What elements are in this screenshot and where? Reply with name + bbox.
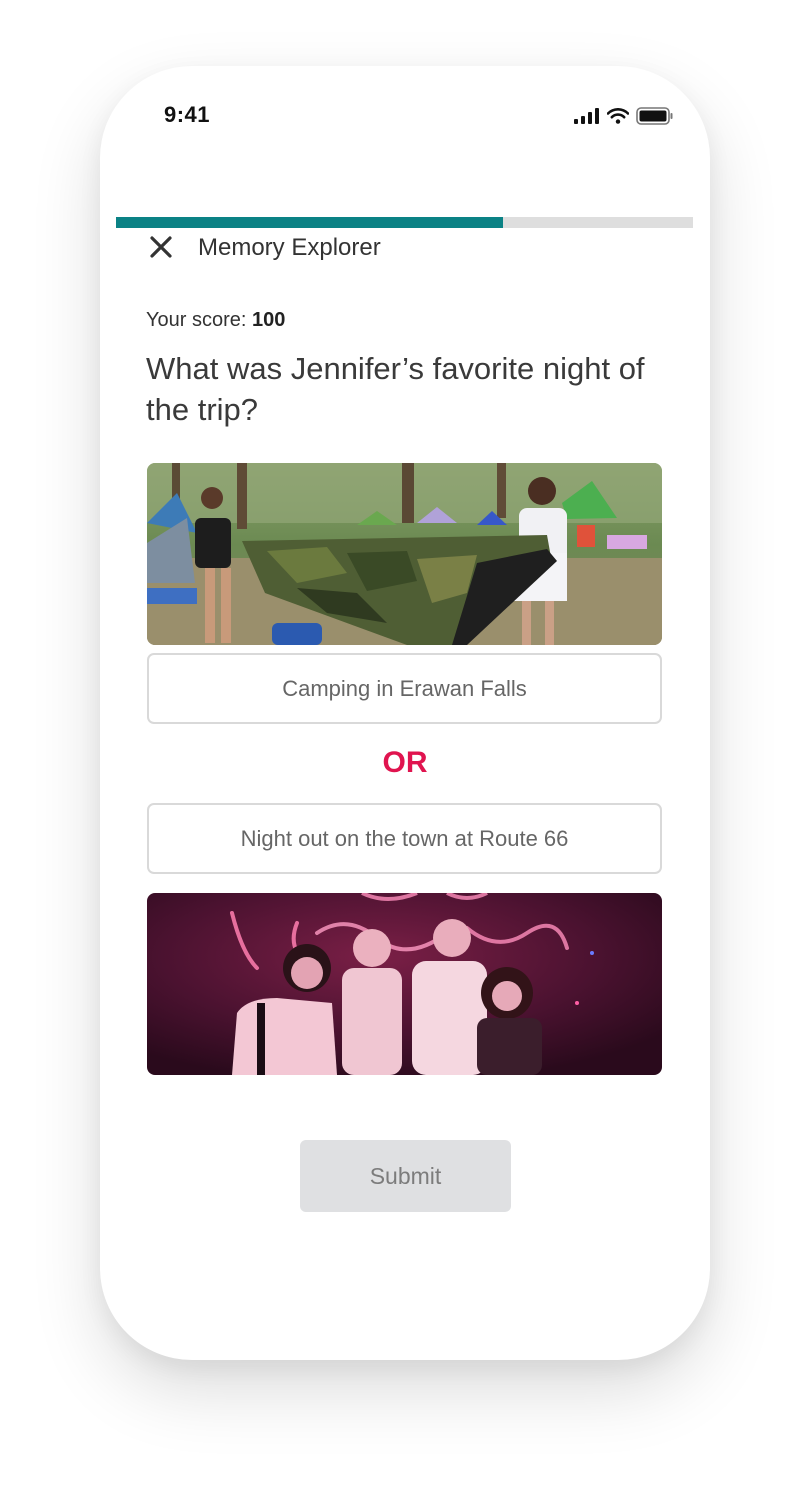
cellular-signal-icon [574,108,599,124]
option-camping-button[interactable]: Camping in Erawan Falls [147,653,662,724]
option-night-out-button[interactable]: Night out on the town at Route 66 [147,803,662,874]
progress-fill [116,217,503,228]
score-label: Your score: [146,309,247,331]
camping-photo[interactable] [147,463,662,645]
score-line: Your score: 100 [146,309,285,332]
wifi-icon [607,108,629,124]
app-header: Memory Explorer [100,206,710,261]
party-photo[interactable] [147,893,662,1075]
status-icons [574,106,674,126]
or-separator: OR [382,746,428,779]
question-text: What was Jennifer’s favorite night of th… [146,351,645,427]
progress-bar [116,217,693,228]
battery-icon [636,107,673,125]
page-title: Memory Explorer [198,234,381,261]
phone-frame: 9:41 Memory Explorer Your score: 100 Wha… [100,66,710,1360]
status-bar: 9:41 [100,66,710,166]
submit-button[interactable]: Submit [300,1140,511,1212]
score-value: 100 [252,309,286,331]
close-icon[interactable] [146,232,176,262]
status-time: 9:41 [164,102,211,127]
